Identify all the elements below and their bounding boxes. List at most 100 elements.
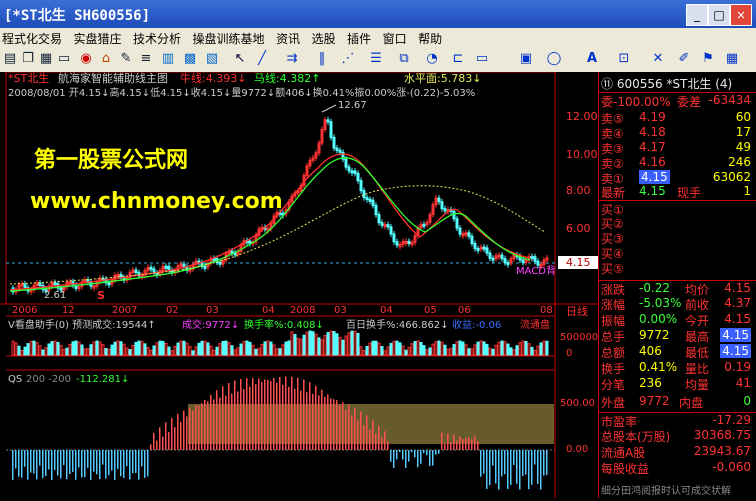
qs-bar <box>99 450 101 480</box>
menu-technical-analysis[interactable]: 技术分析 <box>131 28 187 47</box>
qs-bar <box>393 450 395 468</box>
current-price-tag: 4.15 <box>566 256 591 269</box>
menu-hunt-dealer[interactable]: 实盘猎庄 <box>72 28 128 47</box>
flag-icon[interactable]: ⚑ <box>700 51 716 67</box>
qs-bar <box>336 400 338 450</box>
stat-row: 总手 9772 最高 4.15 <box>599 328 756 344</box>
copy-icon[interactable]: ❐ <box>20 51 36 67</box>
period-label[interactable]: 日线 <box>566 304 588 318</box>
qs-bar <box>507 450 509 490</box>
bid-row[interactable]: 买⑤ <box>599 260 756 276</box>
qs-bar <box>438 450 440 454</box>
bid-row[interactable]: 买② <box>599 215 756 231</box>
ask-row[interactable]: 卖③ 4.17 49 <box>599 140 756 156</box>
stat-label: 均量 <box>685 378 710 392</box>
pen-icon[interactable]: ✐ <box>676 51 692 67</box>
menu-help[interactable]: 帮助 <box>416 28 448 47</box>
minimize-button[interactable]: _ <box>686 4 708 26</box>
qs-bar <box>288 386 290 450</box>
volume-bar <box>71 341 75 356</box>
qs-bar <box>369 429 371 450</box>
qs-bar <box>294 388 296 450</box>
folder-icon[interactable]: ▤ <box>2 51 18 67</box>
menu-news[interactable]: 资讯 <box>274 28 306 47</box>
window-icon[interactable]: ⊡ <box>616 51 632 67</box>
y-tick: 10.00 <box>566 148 598 161</box>
qs-bar <box>402 450 404 460</box>
volume-bar <box>41 349 45 356</box>
columns-icon[interactable]: ▧ <box>204 51 220 67</box>
list-icon[interactable]: ≡ <box>138 51 154 67</box>
volume-bar <box>500 340 504 356</box>
close-button[interactable]: × <box>730 4 752 26</box>
label-icon[interactable]: ▭ <box>474 51 490 67</box>
page-icon[interactable]: ▭ <box>56 51 72 67</box>
volume-bar <box>89 344 93 356</box>
fib-icon[interactable]: ☰ <box>368 51 384 67</box>
stat-value: 41 <box>735 376 751 390</box>
trend-icon[interactable]: ⇉ <box>284 51 300 67</box>
erase-icon[interactable]: ✕ <box>650 51 666 67</box>
candle-body <box>443 208 447 212</box>
qs-bar <box>66 450 68 480</box>
qs-bar <box>270 381 272 450</box>
volume-bar <box>467 348 471 356</box>
qs-bar <box>432 450 434 466</box>
qs-bar <box>51 450 53 480</box>
qs-bar <box>87 450 89 468</box>
volume-bar <box>350 330 354 356</box>
menu-programmed-trading[interactable]: 程式化交易 <box>0 28 68 47</box>
ask-row[interactable]: 卖① 4.15 63062 <box>599 170 756 186</box>
wrench-icon[interactable]: ✎ <box>118 51 134 67</box>
qs-bar <box>303 379 305 450</box>
ask-row[interactable]: 卖② 4.16 246 <box>599 155 756 171</box>
circle-icon[interactable]: ◔ <box>424 51 440 67</box>
fan-icon[interactable]: ⋰ <box>340 51 356 67</box>
menu-training-base[interactable]: 操盘训练基地 <box>191 28 271 47</box>
candle-body <box>365 197 369 201</box>
bucket-icon[interactable]: ◯ <box>546 51 562 67</box>
layout-icon[interactable]: ▦ <box>724 51 740 67</box>
qs-bar <box>498 450 500 490</box>
stat-row: 总额 406 最低 4.15 <box>599 344 756 360</box>
ask-row[interactable]: 卖⑤ 4.19 60 <box>599 110 756 126</box>
x-tick: 02 <box>166 305 179 316</box>
font-icon[interactable]: A <box>584 51 600 67</box>
ma-line-label: 马线:4.382↑ <box>254 72 320 85</box>
rect-icon[interactable]: ⧉ <box>396 51 412 67</box>
line-icon[interactable]: ╱ <box>254 51 270 67</box>
qs-bar <box>147 450 149 477</box>
qs-bar <box>282 384 284 450</box>
ask-row[interactable]: 卖④ 4.18 17 <box>599 125 756 141</box>
menu-window[interactable]: 窗口 <box>381 28 413 47</box>
volume-bar <box>230 345 234 356</box>
menu-stock-picker[interactable]: 选股 <box>310 28 342 47</box>
stat-value: 4.37 <box>724 296 751 310</box>
cursor-icon[interactable]: ↖ <box>232 51 248 67</box>
badge-icon[interactable]: ◉ <box>78 51 94 67</box>
qs-bar <box>510 450 512 485</box>
bid-row[interactable]: 买① <box>599 200 756 217</box>
brush-icon[interactable]: ▣ <box>518 51 534 67</box>
volume-bar <box>452 344 456 356</box>
volume-bar <box>545 340 549 356</box>
volume-bar <box>437 340 441 356</box>
volume-bar <box>152 345 156 356</box>
house-icon[interactable]: ⌂ <box>98 51 114 67</box>
stock-name: *ST北生 <box>8 72 49 85</box>
volume-bar <box>200 340 204 356</box>
text-icon[interactable]: ⊏ <box>450 51 466 67</box>
volume-bar <box>74 340 78 356</box>
bid-row[interactable]: 买④ <box>599 245 756 261</box>
qs-bar <box>471 439 473 450</box>
qs-bar <box>57 450 59 476</box>
grid-icon[interactable]: ▦ <box>38 51 54 67</box>
chart-area[interactable]: *ST北生 航海家智能辅助线主图 牛线:4.393↓ 马线:4.382↑ 水平面… <box>0 71 598 498</box>
bid-row[interactable]: 买③ <box>599 230 756 246</box>
qs-bar <box>531 450 533 485</box>
bars-icon[interactable]: ‖ <box>314 51 330 67</box>
maximize-button[interactable]: □ <box>708 4 730 26</box>
menu-plugins[interactable]: 插件 <box>345 28 377 47</box>
table-icon[interactable]: ▥ <box>160 51 176 67</box>
chart-icon[interactable]: ▩ <box>182 51 198 67</box>
